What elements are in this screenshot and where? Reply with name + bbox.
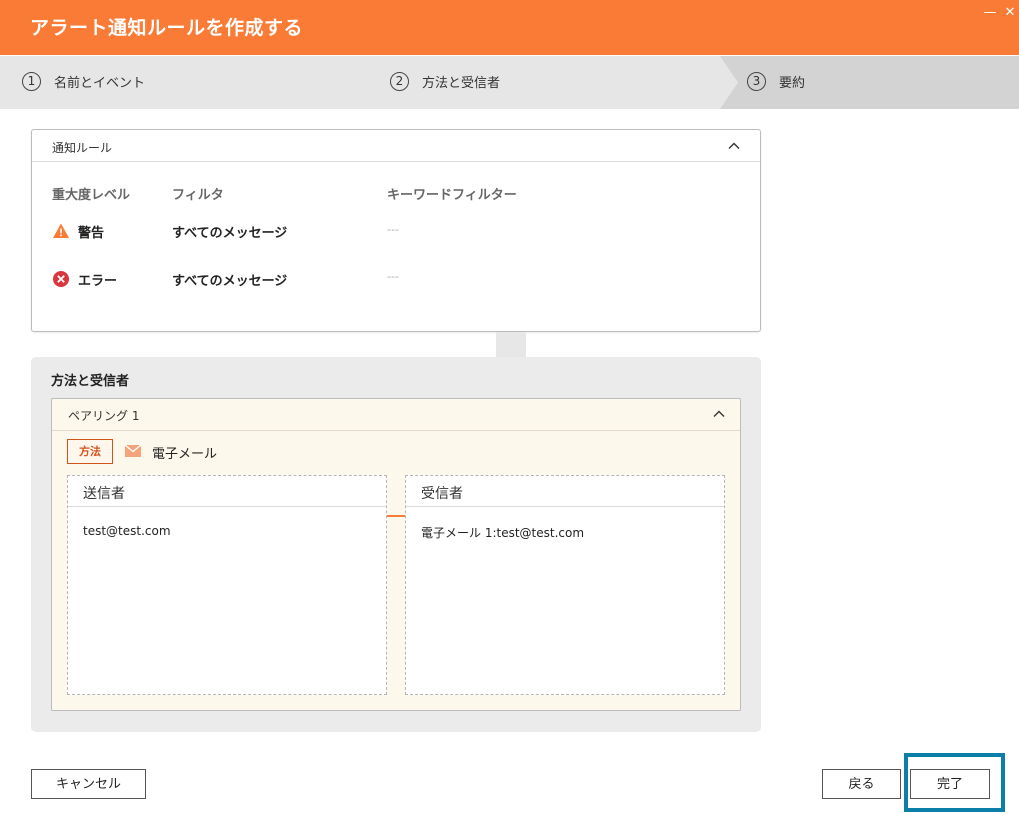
sender-header-label: 送信者 (83, 486, 125, 502)
close-icon[interactable]: ✕ (1003, 6, 1017, 20)
filter-value: すべてのメッセージ (172, 226, 288, 241)
pairing-title: ペアリング 1 (68, 409, 140, 423)
step-name-and-event: 1 名前とイベント (22, 72, 145, 91)
column-header-severity: 重大度レベル (52, 188, 131, 203)
error-circle-icon (53, 271, 69, 287)
back-button[interactable]: 戻る (822, 769, 901, 799)
warning-triangle-icon (53, 223, 69, 238)
chevron-up-icon[interactable] (728, 140, 740, 152)
cancel-button[interactable]: キャンセル (31, 769, 146, 799)
recipient-value: 電子メール 1:test@test.com (421, 526, 585, 540)
recipient-header: 受信者 (406, 476, 724, 507)
sender-value: test@test.com (83, 524, 171, 538)
keyword-filter-value: --- (387, 270, 399, 283)
section-title: 方法と受信者 (51, 374, 130, 389)
step-summary: 3 要約 (747, 72, 805, 91)
notification-rules-header[interactable]: 通知ルール (32, 130, 760, 162)
step-number: 2 (390, 72, 409, 91)
window-title: アラート通知ルールを作成する (30, 17, 304, 39)
chevron-up-icon[interactable] (713, 408, 725, 420)
step-number: 1 (22, 72, 41, 91)
notification-rules-panel: 通知ルール 重大度レベル フィルタ キーワードフィルター 警告 すべてのメッセー… (31, 129, 761, 332)
sender-recipient-link (387, 515, 405, 517)
pairing-panel: ペアリング 1 方法 電子メール 送信者 test@test.com 受信者 電… (51, 398, 741, 711)
keyword-filter-value: --- (387, 223, 399, 236)
method-and-recipients-section: 方法と受信者 ペアリング 1 方法 電子メール 送信者 test@test.co… (31, 357, 761, 732)
sender-header: 送信者 (68, 476, 386, 507)
method-name: 電子メール (152, 447, 218, 462)
section-connector (496, 332, 526, 358)
step-label: 名前とイベント (54, 76, 146, 91)
severity-label: 警告 (78, 226, 105, 241)
filter-value: すべてのメッセージ (172, 274, 288, 289)
step-label: 方法と受信者 (422, 76, 501, 91)
step-number: 3 (747, 72, 766, 91)
method-tag: 方法 (67, 439, 113, 464)
done-button[interactable]: 完了 (910, 769, 990, 799)
step-label: 要約 (779, 76, 806, 91)
column-header-filter: フィルタ (172, 188, 224, 203)
recipient-header-label: 受信者 (421, 486, 463, 502)
pairing-header[interactable]: ペアリング 1 (52, 399, 740, 431)
panel-title: 通知ルール (52, 141, 113, 155)
mail-icon (125, 445, 141, 457)
step-method-and-recipients: 2 方法と受信者 (390, 72, 500, 91)
severity-label: エラー (78, 274, 118, 289)
minimize-icon[interactable]: — (983, 6, 997, 20)
title-bar: アラート通知ルールを作成する — ✕ (0, 0, 1019, 55)
recipient-box: 受信者 電子メール 1:test@test.com (405, 475, 725, 695)
column-header-keyword-filter: キーワードフィルター (387, 188, 517, 203)
sender-box: 送信者 test@test.com (67, 475, 387, 695)
stepper: 1 名前とイベント 2 方法と受信者 3 要約 (0, 56, 1019, 109)
